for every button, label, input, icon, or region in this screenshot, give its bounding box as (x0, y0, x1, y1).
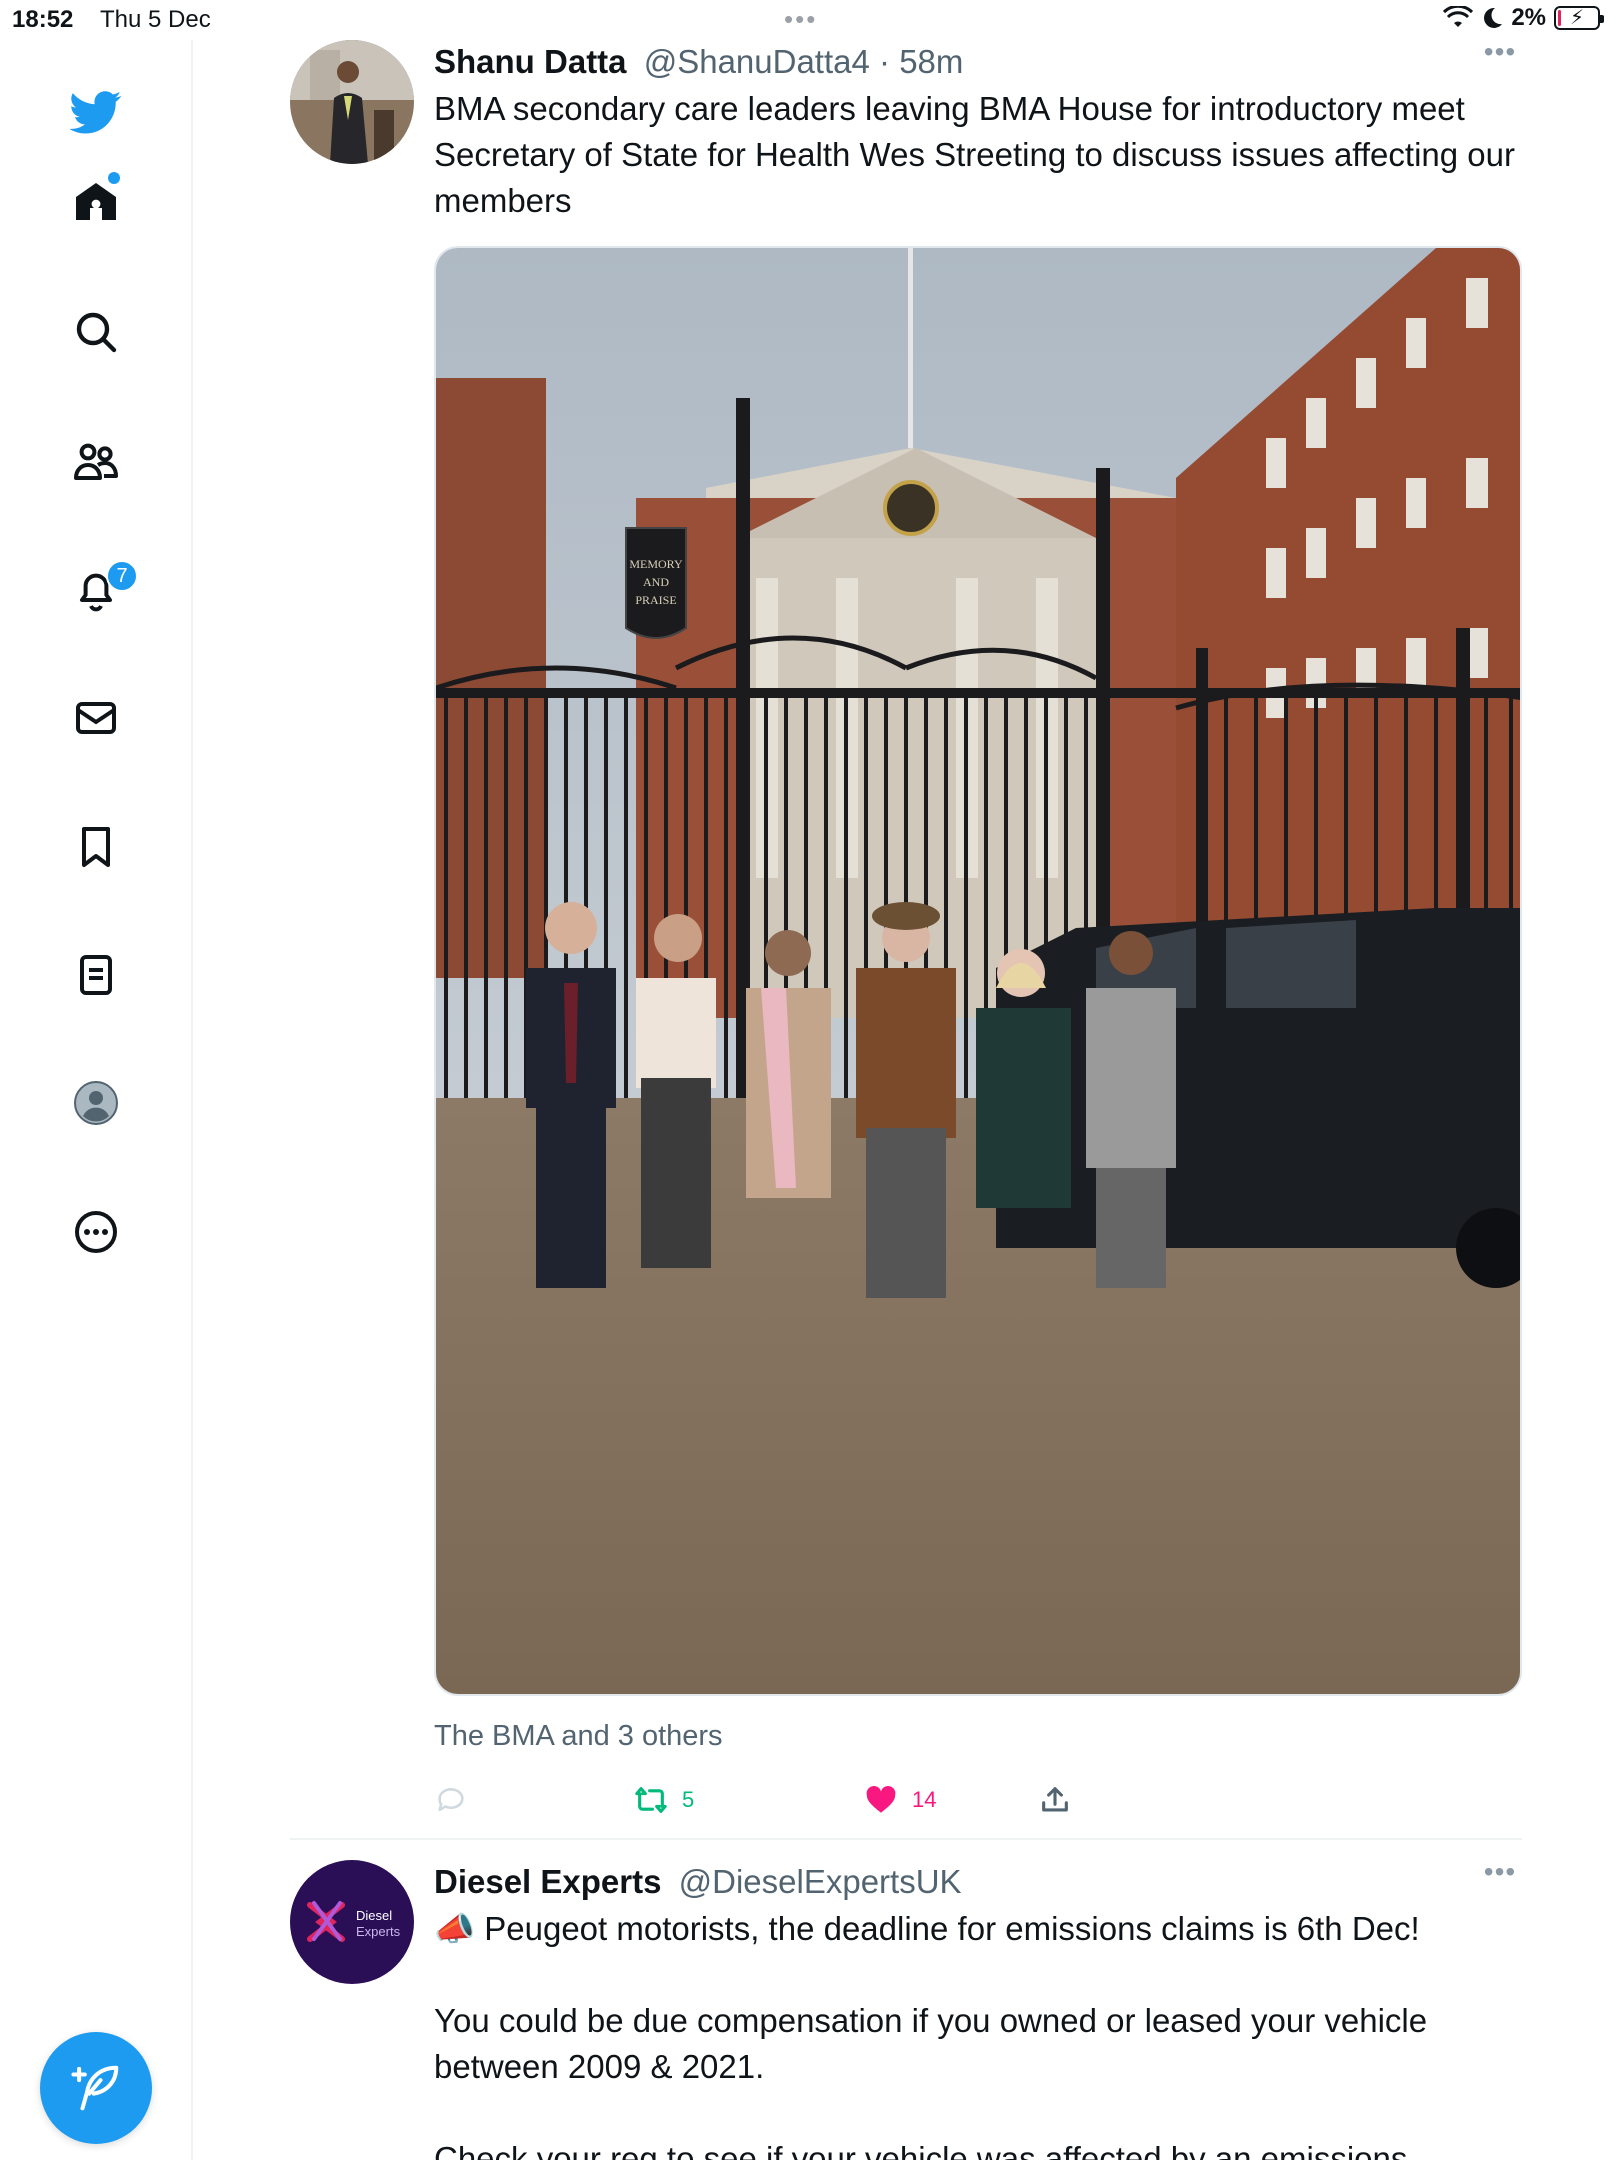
author-handle[interactable]: @ShanuDatta4 (644, 43, 870, 80)
retweet-icon (635, 1787, 667, 1813)
tweet-header: Diesel Experts @DieselExpertsUK (434, 1860, 1522, 1904)
status-indicators: 2% ⚡ (1443, 4, 1604, 32)
tweet-text-paragraph: BMA secondary care leaders leaving BMA H… (434, 90, 1515, 219)
status-date: Thu 5 Dec (100, 6, 211, 33)
share-icon (1042, 1787, 1068, 1812)
wifi-icon (1443, 6, 1474, 27)
like-button[interactable]: 14 (864, 1780, 936, 1820)
sidebar-item-lists[interactable] (54, 933, 138, 1017)
svg-text:MEMORY: MEMORY (629, 557, 683, 571)
svg-text:PRAISE: PRAISE (635, 593, 676, 607)
twitter-bird-icon (70, 91, 122, 134)
header-separator: · (879, 43, 891, 80)
twitter-logo[interactable] (54, 70, 138, 154)
author-name[interactable]: Shanu Datta (434, 43, 627, 80)
tweet-text: BMA secondary care leaders leaving BMA H… (434, 86, 1522, 224)
compose-tweet-button[interactable] (40, 2032, 152, 2144)
list-icon (80, 955, 112, 995)
sidebar-item-notifications[interactable]: 7 (54, 548, 138, 632)
retweet-button[interactable]: 5 (634, 1780, 694, 1820)
avatar-logo-text: Diesel (356, 1908, 392, 1923)
tweet-text-line: You could be due compensation if you own… (434, 2002, 1428, 2085)
tweet-text-line: 📣 Peugeot motorists, the deadline for em… (434, 1910, 1420, 1947)
tweet-body: Shanu Datta @ShanuDatta4 · 58m ••• BMA s… (434, 38, 1522, 1840)
sidebar-item-communities[interactable] (54, 420, 138, 504)
sidebar-item-home[interactable] (54, 160, 138, 244)
like-count: 14 (912, 1787, 937, 1812)
compose-feather-icon (71, 2065, 119, 2111)
sidebar-item-bookmarks[interactable] (54, 805, 138, 889)
tweet-actions: 5 14 (434, 1780, 1522, 1840)
reply-button[interactable] (434, 1780, 468, 1820)
tweet-header: Shanu Datta @ShanuDatta4 · 58m (434, 40, 1522, 84)
tweet-photo[interactable]: MEMORY AND PRAISE (434, 246, 1522, 1696)
tweet-divider (290, 1838, 1522, 1840)
heart-filled-icon (866, 1785, 896, 1813)
home-unread-dot (108, 172, 120, 184)
tweet-text: 📣 Peugeot motorists, the deadline for em… (434, 1906, 1522, 2160)
svg-text:AND: AND (643, 575, 669, 589)
notifications-count-badge: 7 (106, 560, 138, 592)
tweet-more-icon[interactable]: ••• (1480, 1858, 1520, 1892)
avatar-logo-text-secondary: Experts (356, 1924, 401, 1939)
communities-icon (74, 443, 118, 480)
share-button[interactable] (1038, 1780, 1072, 1820)
sidebar-item-explore[interactable] (54, 290, 138, 374)
profile-avatar-icon (74, 1081, 118, 1125)
author-name[interactable]: Diesel Experts (434, 1863, 661, 1900)
tweet-more-icon[interactable]: ••• (1480, 38, 1520, 72)
home-icon (76, 183, 116, 220)
tweet-body: Diesel Experts @DieselExpertsUK ••• 📣 Pe… (434, 1858, 1522, 2160)
status-bar: 18:52 Thu 5 Dec ••• 2% ⚡ (0, 0, 1620, 40)
tweet-text-line: Check your reg to see if your vehicle wa… (434, 2140, 1408, 2160)
tweet-timestamp[interactable]: 58m (899, 43, 963, 80)
mail-icon (76, 702, 116, 734)
more-circle-icon (75, 1211, 117, 1253)
status-time: 18:52 (12, 6, 74, 33)
author-handle[interactable]: @DieselExpertsUK (679, 1863, 962, 1900)
retweet-count: 5 (682, 1787, 695, 1812)
sidebar-item-profile[interactable] (54, 1061, 138, 1145)
sidebar-item-more[interactable] (54, 1190, 138, 1274)
author-avatar[interactable]: Diesel Experts (290, 1860, 414, 1984)
battery-percent: 2% (1511, 4, 1546, 31)
reply-icon (438, 1788, 464, 1812)
search-icon (76, 312, 117, 353)
social-context[interactable]: The BMA and 3 others (434, 1716, 1522, 1756)
author-avatar[interactable] (290, 40, 414, 164)
battery-icon: ⚡ (1554, 6, 1604, 30)
sidebar-item-messages[interactable] (54, 676, 138, 760)
sidebar: 7 (0, 40, 193, 2160)
moon-icon (1484, 7, 1503, 28)
multitasking-dots-icon[interactable]: ••• (784, 4, 817, 35)
bookmark-icon (82, 827, 110, 867)
